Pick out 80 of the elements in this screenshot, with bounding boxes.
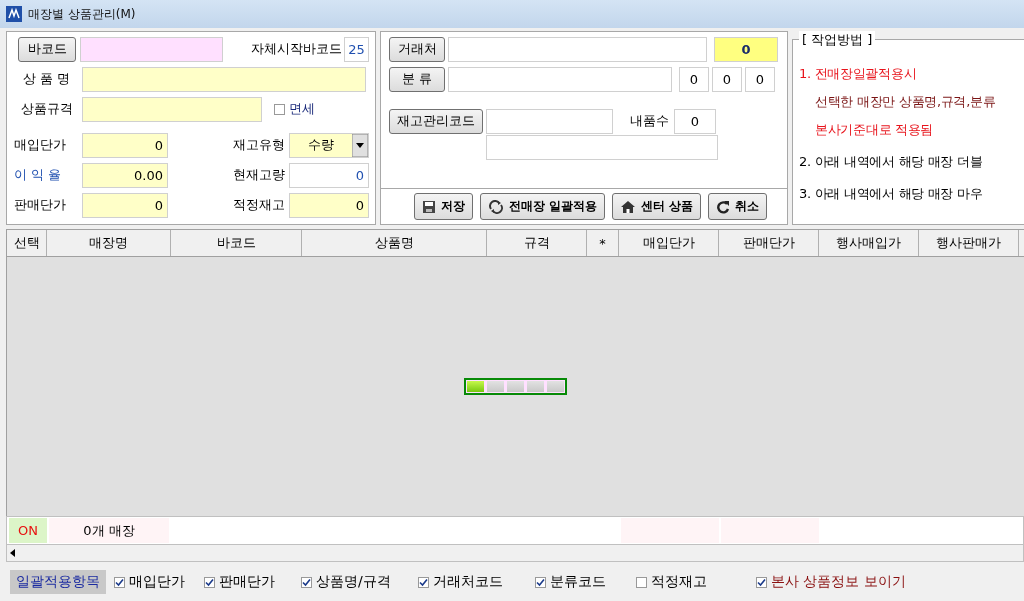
current-stock-field[interactable]: 0 (289, 162, 369, 188)
category-code-field[interactable]: 0 (712, 66, 742, 92)
column-header[interactable]: 행사판매가 (919, 230, 1019, 256)
barcode-field[interactable] (80, 36, 223, 62)
dropdown-arrow-icon (352, 133, 368, 157)
instruction-text: 1. 전매장일괄적용시 (799, 65, 918, 83)
checkbox-label: 매입단가 (129, 573, 185, 591)
supplier-button[interactable]: 거래처 (389, 36, 445, 62)
checkbox[interactable] (301, 576, 312, 588)
save-button[interactable]: 저장 (414, 193, 473, 220)
category-code-field[interactable]: 0 (679, 66, 709, 92)
column-header[interactable]: 선택 (7, 230, 47, 256)
stock-type-dropdown[interactable]: 수량 (289, 132, 369, 158)
checkbox[interactable] (204, 576, 215, 588)
column-header[interactable]: 규격 (487, 230, 587, 256)
undo-icon (716, 199, 731, 214)
column-header[interactable]: 바코드 (171, 230, 302, 256)
column-header[interactable]: * (587, 230, 619, 256)
field-label: 이 익 율 (13, 166, 63, 184)
checkbox[interactable] (418, 576, 429, 588)
column-header[interactable]: 상품명 (302, 230, 487, 256)
field-label: 현재고량 (233, 166, 285, 184)
checkbox[interactable] (535, 576, 546, 588)
field-label: 자체시작바코드 (251, 40, 342, 58)
checkbox-label: 본사 상품정보 보이기 (771, 573, 906, 591)
inner-qty-field[interactable]: 0 (674, 108, 716, 134)
field-label: 상품규격 (19, 100, 74, 118)
stock-code-name-field[interactable] (486, 134, 718, 160)
field-label: 매입단가 (13, 136, 67, 154)
margin-rate-field[interactable]: 0.00 (82, 162, 168, 188)
checkbox-label: 분류코드 (550, 573, 606, 591)
home-icon (620, 199, 637, 214)
checkbox-label: 상품명/규격 (316, 573, 391, 591)
column-header[interactable]: 판매단가 (719, 230, 819, 256)
start-barcode-field[interactable]: 25 (344, 36, 369, 62)
column-header[interactable]: 행사매입가 (819, 230, 919, 256)
window-title: 매장별 상품관리(M) (28, 5, 136, 23)
category-button[interactable]: 분 류 (389, 66, 445, 92)
instruction-text: 2. 아래 내역에서 해당 매장 더블 (799, 153, 984, 171)
horizontal-scrollbar[interactable] (6, 545, 1024, 562)
field-label: 적정재고 (233, 196, 285, 214)
category-field[interactable] (448, 66, 672, 92)
barcode-button[interactable]: 바코드 (18, 36, 76, 62)
checkbox-label: 적정재고 (651, 573, 707, 591)
checkbox-label: 거래처코드 (433, 573, 503, 591)
checkbox[interactable] (114, 576, 125, 588)
refresh-button[interactable]: 전매장 일괄적용 (480, 193, 606, 220)
spec-field[interactable] (82, 96, 262, 122)
sale-price-field[interactable]: 0 (82, 192, 168, 218)
undo-button[interactable]: 취소 (708, 193, 768, 220)
instruction-text: 선택한 매장만 상품명,규격,분류 (814, 93, 997, 111)
group-title: [ 작업방법 ] (799, 31, 876, 49)
checkbox-label: 판매단가 (219, 573, 275, 591)
field-label: 상 품 명 (21, 70, 72, 88)
instruction-text: 본사기준대로 적용됨 (814, 121, 935, 139)
checkbox[interactable] (274, 103, 285, 115)
checkbox[interactable] (756, 576, 767, 588)
field-label: 판매단가 (13, 196, 67, 214)
home-button[interactable]: 센터 상품 (612, 193, 702, 220)
instruction-text: 3. 아래 내역에서 해당 매장 마우 (799, 185, 984, 203)
supplier-code-field[interactable]: 0 (714, 36, 778, 62)
status-cell: ON (9, 518, 47, 543)
supplier-field[interactable] (448, 36, 707, 62)
checkbox[interactable] (636, 576, 647, 588)
column-header[interactable]: 매입단가 (619, 230, 719, 256)
category-code-field[interactable]: 0 (745, 66, 775, 92)
optimal-stock-field[interactable]: 0 (289, 192, 369, 218)
app-icon (6, 6, 22, 22)
purchase-price-field[interactable]: 0 (82, 132, 168, 158)
save-icon (422, 199, 436, 214)
field-label: 내품수 (630, 112, 669, 130)
stock-code-button[interactable]: 재고관리코드 (389, 108, 483, 134)
checkbox-label: 면세 (289, 100, 315, 118)
field-label: 재고유형 (233, 136, 285, 154)
column-header[interactable]: 매장명 (47, 230, 171, 256)
product-name-field[interactable] (82, 66, 366, 92)
refresh-icon (488, 199, 504, 214)
bulk-options-label: 일괄적용항목 (10, 570, 106, 594)
stock-code-field[interactable] (486, 108, 613, 134)
store-count-cell: 0개 매장 (49, 518, 169, 543)
